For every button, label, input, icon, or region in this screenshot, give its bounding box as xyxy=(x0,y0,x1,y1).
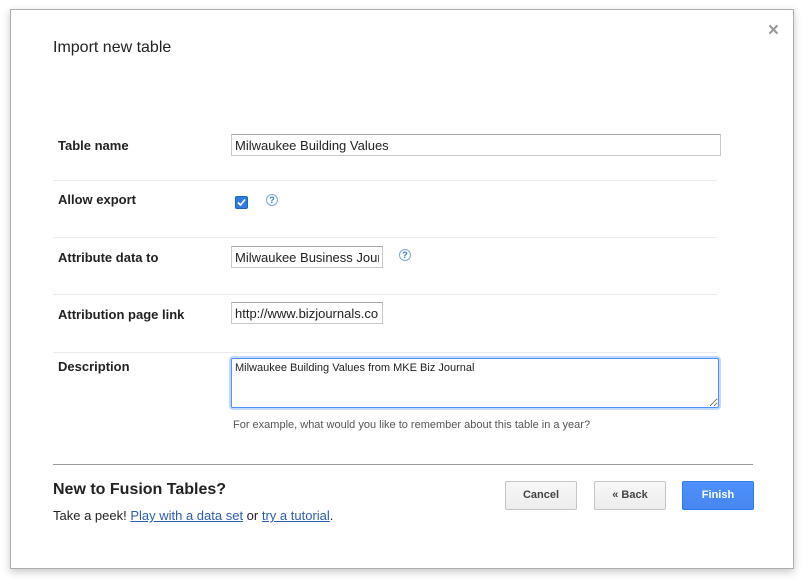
description-hint: For example, what would you like to reme… xyxy=(233,419,591,431)
allow-export-row: Allow export ? xyxy=(53,181,717,238)
dialog-title: Import new table xyxy=(53,39,172,56)
footer-divider xyxy=(53,464,753,465)
back-button[interactable]: « Back xyxy=(594,481,666,510)
checkmark-icon xyxy=(237,198,246,207)
attribute-data-row: Attribute data to ? xyxy=(53,238,717,295)
close-icon[interactable]: × xyxy=(768,20,779,42)
allow-export-help-icon[interactable]: ? xyxy=(266,194,278,206)
attribution-link-input[interactable] xyxy=(231,302,383,324)
allow-export-label: Allow export xyxy=(58,192,137,207)
allow-export-checkbox[interactable] xyxy=(235,196,248,209)
footer-title: New to Fusion Tables? xyxy=(53,481,227,498)
attribution-link-label: Attribution page link xyxy=(58,307,185,322)
footer-text-suffix: . xyxy=(329,508,334,523)
attribute-data-input[interactable] xyxy=(231,246,383,268)
attribute-data-label: Attribute data to xyxy=(58,250,159,265)
table-name-row: Table name xyxy=(53,126,721,181)
table-name-input[interactable] xyxy=(231,134,721,156)
import-table-dialog: × Import new table Table name Allow expo… xyxy=(10,9,794,569)
play-with-data-set-link[interactable]: Play with a data set xyxy=(130,508,243,523)
footer-text-prefix: Take a peek! xyxy=(53,508,131,523)
finish-button[interactable]: Finish xyxy=(682,481,754,510)
description-row: Description Milwaukee Building Values fr… xyxy=(53,353,719,443)
attribute-data-help-icon[interactable]: ? xyxy=(399,249,411,261)
try-tutorial-link[interactable]: try a tutorial xyxy=(262,508,330,523)
description-textarea[interactable]: Milwaukee Building Values from MKE Biz J… xyxy=(231,358,719,408)
footer-text: Take a peek! Play with a data set or try… xyxy=(53,508,333,523)
import-form: Table name Allow export ? Attribute data… xyxy=(53,126,721,443)
description-label: Description xyxy=(58,359,130,374)
cancel-button[interactable]: Cancel xyxy=(505,481,577,510)
table-name-label: Table name xyxy=(58,138,129,153)
footer-text-or: or xyxy=(243,508,262,523)
attribution-link-row: Attribution page link xyxy=(53,295,717,353)
